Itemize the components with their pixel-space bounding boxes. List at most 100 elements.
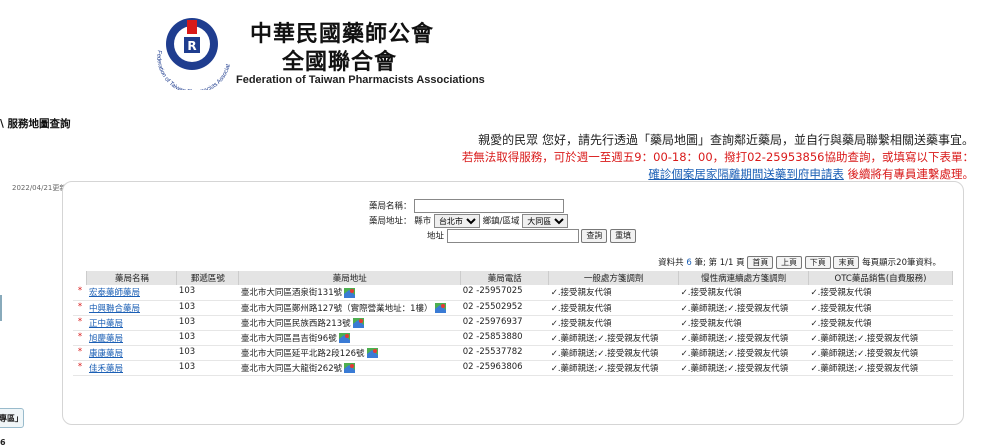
home-delivery-form-link[interactable]: 確診個案居家隔離期間送藥到府申請表 — [648, 167, 844, 181]
header-address: 藥局地址 — [238, 271, 462, 285]
row-chronic: ✓.藥師親送;✓.接受親友代領 — [678, 300, 809, 316]
row-zip: 103 — [176, 360, 239, 376]
updated-date: 2022/04/21更新 — [12, 184, 67, 192]
row-address: 臺北市大同區鄭州路127號（實際營業地址：1樓） — [238, 300, 461, 316]
row-zip: 103 — [176, 345, 239, 361]
pagination: 資料共 6 筆; 第 1/1 頁 首頁 上頁 下頁 末頁 每頁顯示20筆資料。 — [658, 256, 941, 269]
row-phone: 02 -25502952 — [460, 300, 549, 316]
pager-prefix: 資料共 — [658, 258, 684, 268]
row-address: 臺北市大同區酒泉街131號 — [238, 285, 461, 301]
row-chronic: ✓.藥師親送;✓.接受親友代領 — [678, 360, 809, 376]
row-otc: ✓.接受親友代領 — [808, 300, 953, 316]
row-otc: ✓.藥師親送;✓.接受親友代領 — [808, 360, 953, 376]
header-star — [73, 271, 88, 285]
address-label: 地址 — [427, 231, 445, 242]
notice-line2: 若無法取得服務，可於週一至週五9：00-18：00，撥打02-25953856協… — [461, 150, 974, 164]
name-row: 藥局名稱： — [369, 199, 565, 213]
map-icon[interactable] — [434, 303, 446, 313]
row-name: 康康藥局 — [86, 345, 177, 361]
record-count: 6 — [686, 258, 692, 268]
table-row: * 宏泰藥師藥局 103 臺北市大同區酒泉街131號 02 -25957025 … — [73, 285, 953, 301]
map-icon[interactable] — [338, 333, 350, 343]
row-star: * — [73, 300, 87, 316]
row-address: 臺北市大同區民族西路213號 — [238, 315, 461, 331]
table-row: * 旭慶藥局 103 臺北市大同區昌吉街96號 02 -25853880 ✓.藥… — [73, 330, 953, 346]
map-icon[interactable] — [352, 318, 364, 328]
name-label: 藥局名稱： — [369, 201, 412, 212]
row-phone: 02 -25957025 — [460, 285, 549, 301]
side-tab[interactable]: 專區」 — [0, 408, 24, 428]
last-page-button[interactable]: 末頁 — [833, 256, 860, 269]
notice-block: 親愛的民眾 您好，請先行透過「藥局地圖」查詢鄰近藥局，並自行與藥局聯繫相關送藥事… — [462, 132, 974, 183]
row-address-text: 臺北市大同區鄭州路127號（實際營業地址：1樓） — [240, 303, 433, 314]
row-phone: 02 -25537782 — [460, 345, 549, 361]
row-name: 佳禾藥局 — [86, 360, 177, 376]
pager-mid: 筆; 第 — [694, 258, 718, 268]
pharmacy-name-link[interactable]: 中興聯合藥局 — [89, 304, 140, 314]
row-otc: ✓.藥師親送;✓.接受親友代領 — [808, 330, 953, 346]
next-page-button[interactable]: 下頁 — [804, 256, 831, 269]
notice-line1: 親愛的民眾 您好，請先行透過「藥局地圖」查詢鄰近藥局，並自行與藥局聯繫相關送藥事… — [478, 133, 974, 147]
search-panel: 藥局名稱： 藥局地址： 縣市 台北市 鄉鎮/區域 大同區 地址 查詢 重填 資料… — [62, 181, 964, 425]
map-icon[interactable] — [344, 363, 356, 373]
org-name-english: Federation of Taiwan Pharmacists Associa… — [236, 74, 485, 86]
row-zip: 103 — [176, 285, 239, 301]
area-label: 藥局地址： — [369, 216, 412, 227]
header-general: 一般處方箋調劑 — [548, 271, 680, 285]
map-icon[interactable] — [344, 287, 356, 298]
svg-text:R: R — [187, 39, 196, 53]
pharmacy-name-link[interactable]: 佳禾藥局 — [89, 364, 123, 374]
row-chronic: ✓.藥師親送;✓.接受親友代領 — [678, 330, 809, 346]
row-address-text: 臺北市大同區延平北路2段126號 — [240, 348, 365, 359]
district-label: 鄉鎮/區域 — [482, 216, 520, 227]
row-general: ✓.接受親友代領 — [548, 300, 679, 316]
query-button[interactable]: 查詢 — [581, 229, 608, 243]
area-row: 藥局地址： 縣市 台北市 鄉鎮/區域 大同區 — [369, 214, 569, 228]
row-phone: 02 -25976937 — [460, 315, 549, 331]
pharmacy-name-link[interactable]: 康康藥局 — [89, 349, 123, 359]
row-star: * — [73, 315, 87, 331]
address-input[interactable] — [446, 229, 579, 243]
row-general: ✓.接受親友代領 — [548, 285, 679, 301]
pharmacy-table: 藥局名稱 郵遞區號 藥局地址 藥局電話 一般處方箋調劑 慢性病連續處方箋調劑 O… — [73, 271, 953, 376]
row-name: 旭慶藥局 — [86, 330, 177, 346]
prev-page-button[interactable]: 上頁 — [776, 256, 803, 269]
table-row: * 康康藥局 103 臺北市大同區延平北路2段126號 02 -25537782… — [73, 345, 953, 361]
table-header-row: 藥局名稱 郵遞區號 藥局地址 藥局電話 一般處方箋調劑 慢性病連續處方箋調劑 O… — [73, 271, 953, 285]
breadcrumb: \ 服務地圖查詢 — [0, 118, 71, 130]
row-star: * — [73, 345, 87, 361]
map-icon[interactable] — [366, 348, 378, 358]
row-name: 中興聯合藥局 — [86, 300, 177, 316]
first-page-button[interactable]: 首頁 — [747, 256, 774, 269]
pharmacy-name-input[interactable] — [414, 199, 565, 213]
row-address: 臺北市大同區昌吉街96號 — [238, 330, 461, 346]
row-star: * — [73, 330, 87, 346]
row-address-text: 臺北市大同區民族西路213號 — [240, 318, 351, 329]
side-decoration — [0, 295, 2, 321]
row-phone: 02 -25853880 — [460, 330, 549, 346]
pharmacy-name-link[interactable]: 正中藥局 — [89, 319, 123, 329]
notice-line3-tail: 後續將有專員連繫處理。 — [843, 167, 974, 181]
row-chronic: ✓.藥師親送;✓.接受親友代領 — [678, 345, 809, 361]
org-name-chinese-line2: 全國聯合會 — [282, 49, 398, 75]
pharmacy-name-link[interactable]: 旭慶藥局 — [89, 334, 123, 344]
logo-icon: R Federation of Taiwan Pharmacists Assoc… — [140, 4, 232, 90]
reset-button[interactable]: 重填 — [610, 229, 637, 243]
row-phone: 02 -25963806 — [460, 360, 549, 376]
table-row: * 佳禾藥局 103 臺北市大同區大龍街262號 02 -25963806 ✓.… — [73, 360, 953, 376]
row-address-text: 臺北市大同區酒泉街131號 — [240, 288, 343, 298]
row-general: ✓.接受親友代領 — [548, 315, 679, 331]
row-address: 臺北市大同區延平北路2段126號 — [238, 345, 461, 361]
row-star: * — [73, 285, 87, 301]
row-zip: 103 — [176, 315, 239, 331]
table-row: * 正中藥局 103 臺北市大同區民族西路213號 02 -25976937 ✓… — [73, 315, 953, 331]
header-name: 藥局名稱 — [86, 271, 178, 285]
pharmacy-name-link[interactable]: 宏泰藥師藥局 — [89, 288, 140, 298]
address-row: 地址 查詢 重填 — [427, 229, 637, 243]
county-select[interactable]: 台北市 — [433, 214, 480, 228]
pager-suffix: 頁 — [736, 258, 745, 268]
row-name: 正中藥局 — [86, 315, 177, 331]
row-zip: 103 — [176, 330, 239, 346]
row-general: ✓.藥師親送;✓.接受親友代領 — [548, 330, 679, 346]
district-select[interactable]: 大同區 — [522, 214, 569, 228]
